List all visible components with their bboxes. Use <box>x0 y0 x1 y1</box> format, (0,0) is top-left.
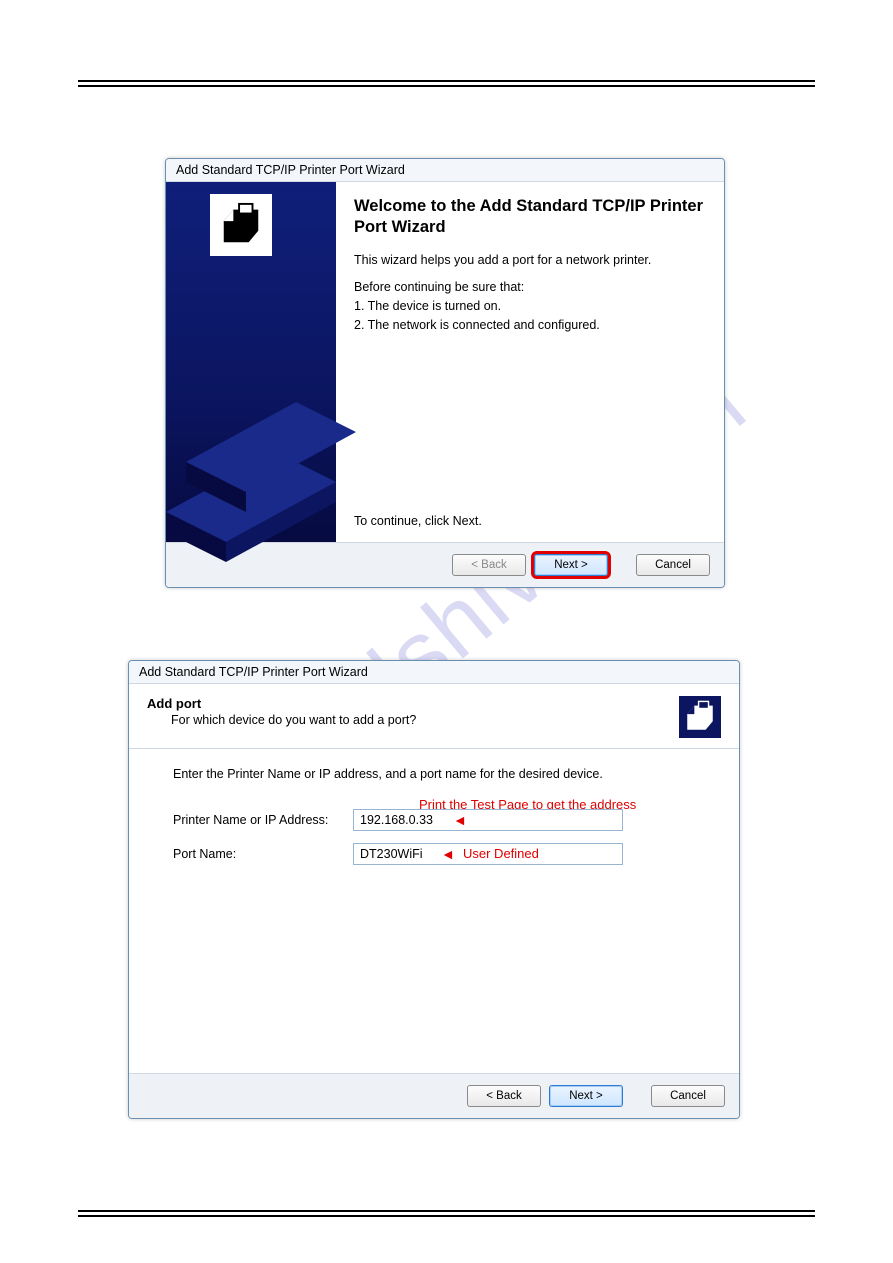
wizard-heading: Welcome to the Add Standard TCP/IP Print… <box>354 196 706 238</box>
arrow-left-icon: ◄ <box>441 846 455 862</box>
dialog-body: Enter the Printer Name or IP address, an… <box>129 749 739 1073</box>
back-button[interactable]: < Back <box>452 554 526 576</box>
before-item-2: 2. The network is connected and configur… <box>354 317 706 334</box>
next-button[interactable]: Next > <box>549 1085 623 1107</box>
wizard-dialog-add-port: Add Standard TCP/IP Printer Port Wizard … <box>128 660 740 1119</box>
header-subtitle: For which device do you want to add a po… <box>171 713 416 727</box>
wizard-sidebar-graphic <box>166 182 336 542</box>
printer-svg <box>218 202 264 248</box>
back-button[interactable]: < Back <box>467 1085 541 1107</box>
continue-instruction: To continue, click Next. <box>354 514 482 528</box>
instruction-text: Enter the Printer Name or IP address, an… <box>173 767 711 781</box>
printer-icon <box>210 194 272 256</box>
field-row-ip: Printer Name or IP Address: ◄ <box>173 809 711 831</box>
header-title: Add port <box>147 696 201 711</box>
bottom-rule <box>78 1210 815 1217</box>
field-row-port: Port Name: ◄ User Defined <box>173 843 711 865</box>
next-button[interactable]: Next > <box>534 554 608 576</box>
before-continuing-heading: Before continuing be sure that: <box>354 279 706 296</box>
port-name-label: Port Name: <box>173 847 353 861</box>
printer-svg <box>683 700 717 734</box>
dialog-body: Welcome to the Add Standard TCP/IP Print… <box>166 182 724 542</box>
dialog-header: Add port For which device do you want to… <box>129 684 739 749</box>
header-text-block: Add port For which device do you want to… <box>147 696 416 727</box>
arrow-left-icon: ◄ <box>453 812 467 828</box>
printer-icon <box>679 696 721 738</box>
before-item-1: 1. The device is turned on. <box>354 298 706 315</box>
ip-address-label: Printer Name or IP Address: <box>173 813 353 827</box>
dialog-content: Welcome to the Add Standard TCP/IP Print… <box>336 182 724 542</box>
wizard-intro-text: This wizard helps you add a port for a n… <box>354 252 706 269</box>
dialog-title: Add Standard TCP/IP Printer Port Wizard <box>129 661 739 684</box>
book-stack-graphic <box>165 352 356 572</box>
annotation-port: User Defined <box>463 846 539 861</box>
document-page: manualshive.com Add Standard TCP/IP Prin… <box>0 0 893 1263</box>
top-rule <box>78 80 815 87</box>
ip-address-input[interactable] <box>353 809 623 831</box>
cancel-button[interactable]: Cancel <box>651 1085 725 1107</box>
dialog-footer: < Back Next > Cancel <box>129 1073 739 1118</box>
dialog-title: Add Standard TCP/IP Printer Port Wizard <box>166 159 724 182</box>
wizard-dialog-welcome: Add Standard TCP/IP Printer Port Wizard <box>165 158 725 588</box>
cancel-button[interactable]: Cancel <box>636 554 710 576</box>
